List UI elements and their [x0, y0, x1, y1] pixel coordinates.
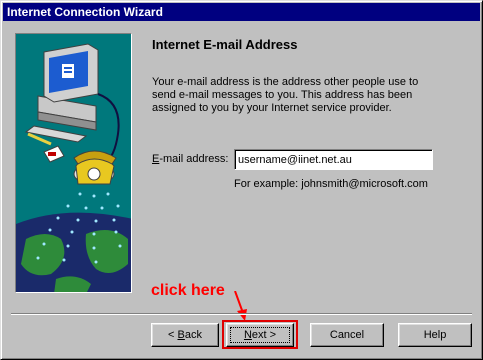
back-button[interactable]: < Back — [151, 323, 219, 347]
back-button-accelerator: B — [177, 329, 185, 341]
email-address-input[interactable] — [234, 149, 433, 170]
wizard-illustration — [15, 33, 132, 293]
click-here-annotation: click here — [151, 282, 225, 299]
back-button-text: ack — [184, 329, 202, 341]
help-button[interactable]: Help — [398, 323, 472, 347]
email-label-text: -mail address: — [159, 153, 229, 165]
computer-phone-globe-illustration — [16, 34, 131, 292]
window-title: Internet Connection Wizard — [3, 3, 480, 21]
back-button-prefix: < — [168, 329, 178, 341]
wizard-window: Internet Connection Wizard Internet E-ma… — [0, 0, 483, 360]
next-button[interactable]: Next > — [226, 323, 294, 347]
email-example-text: For example: johnsmith@microsoft.com — [234, 178, 428, 190]
email-address-label: E-mail address: — [152, 153, 228, 165]
next-button-accelerator: N — [243, 329, 252, 341]
annotation-arrow-icon — [234, 291, 247, 321]
next-button-text: ext > — [251, 329, 277, 341]
cancel-button[interactable]: Cancel — [310, 323, 384, 347]
page-description: Your e-mail address is the address other… — [152, 76, 419, 114]
page-title: Internet E-mail Address — [152, 37, 298, 52]
footer-divider — [11, 313, 472, 315]
